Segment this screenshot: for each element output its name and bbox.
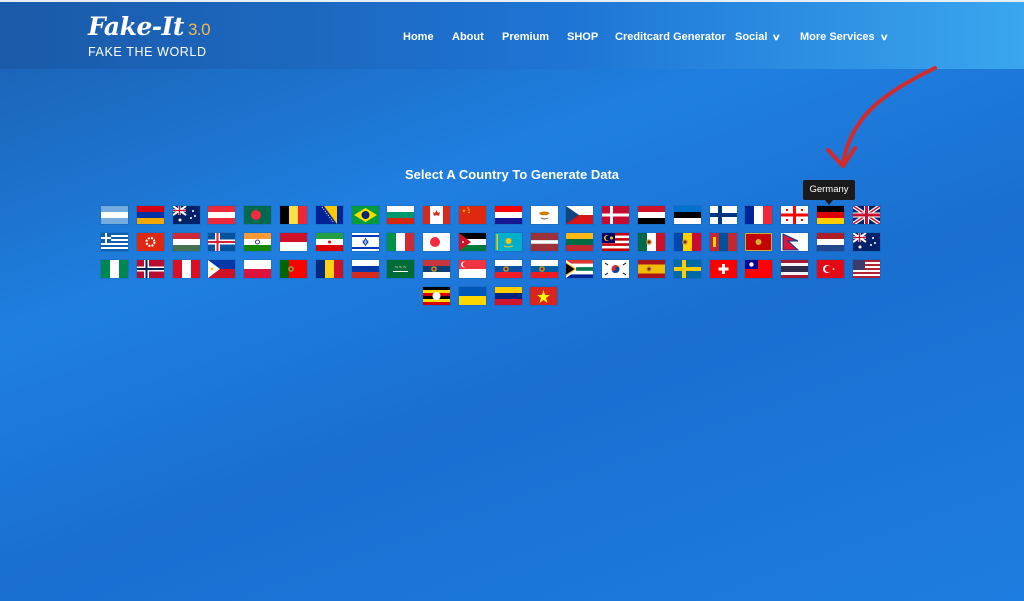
flag-poland[interactable] <box>244 260 271 278</box>
nav-creditcard-generator[interactable]: Creditcard Generator <box>615 31 726 43</box>
flag-egypt[interactable] <box>638 206 665 224</box>
annotation-arrow-icon <box>826 66 937 168</box>
flag-moldova[interactable] <box>674 233 701 251</box>
flag-switzerland[interactable] <box>710 260 737 278</box>
flag-finland[interactable] <box>710 206 737 224</box>
nav-more-services[interactable]: More Services ∨ <box>800 31 889 43</box>
flag-turkey[interactable] <box>817 260 844 278</box>
flag-united-kingdom[interactable] <box>853 206 880 224</box>
flag-argentina[interactable] <box>101 206 128 224</box>
flag-sweden[interactable] <box>674 260 701 278</box>
flag-slovakia[interactable] <box>495 260 522 278</box>
flag-hungary[interactable] <box>173 233 200 251</box>
flag-united-states[interactable] <box>853 260 880 278</box>
flag-serbia[interactable] <box>423 260 450 278</box>
flag-ukraine[interactable] <box>459 287 486 305</box>
flag-new-zealand[interactable] <box>853 233 880 251</box>
flag-croatia[interactable] <box>495 206 522 224</box>
flag-china[interactable] <box>459 206 486 224</box>
flag-estonia[interactable] <box>674 206 701 224</box>
svg-text:~~~: ~~~ <box>394 265 407 271</box>
flag-philippines[interactable] <box>208 260 235 278</box>
flag-belgium[interactable] <box>280 206 307 224</box>
page-heading: Select A Country To Generate Data <box>404 167 620 182</box>
flag-cyprus[interactable] <box>531 206 558 224</box>
flag-hong-kong[interactable] <box>137 233 164 251</box>
flag-portugal[interactable] <box>280 260 307 278</box>
flag-iceland[interactable] <box>208 233 235 251</box>
flag-armenia[interactable] <box>137 206 164 224</box>
flag-indonesia[interactable] <box>280 233 307 251</box>
flag-bosnia-herzegovina[interactable] <box>316 206 343 224</box>
flag-spain[interactable] <box>638 260 665 278</box>
flag-georgia[interactable] <box>781 206 808 224</box>
brand-name: Fake-It <box>88 12 184 41</box>
flag-japan[interactable] <box>423 233 450 251</box>
nav-premium[interactable]: Premium <box>502 31 549 43</box>
flag-jordan[interactable] <box>459 233 486 251</box>
flag-netherlands[interactable] <box>817 233 844 251</box>
flag-peru[interactable] <box>173 260 200 278</box>
chevron-down-icon: ∨ <box>879 32 889 42</box>
flag-south-africa[interactable] <box>566 260 593 278</box>
flag-russia[interactable] <box>352 260 379 278</box>
flag-taiwan[interactable] <box>745 260 772 278</box>
flag-australia[interactable] <box>173 206 200 224</box>
flag-mongolia[interactable] <box>710 233 737 251</box>
flag-canada[interactable] <box>423 206 450 224</box>
flag-uganda[interactable] <box>423 287 450 305</box>
flag-vietnam[interactable] <box>530 287 557 305</box>
chevron-down-icon: ∨ <box>772 32 782 42</box>
flag-saudi-arabia[interactable]: ~~~ <box>387 260 414 278</box>
flag-czech-republic[interactable] <box>566 206 593 224</box>
flag-south-korea[interactable] <box>602 260 629 278</box>
nav-social[interactable]: Social ∨ <box>735 31 782 43</box>
flag-kazakhstan[interactable] <box>495 233 522 251</box>
flag-slovenia[interactable] <box>531 260 558 278</box>
nav-shop[interactable]: SHOP <box>567 31 598 43</box>
top-navbar: Fake-It 3.0 FAKE THE WORLD Home About Pre… <box>0 0 1024 69</box>
flag-norway[interactable] <box>137 260 164 278</box>
flag-tooltip: Germany <box>803 180 855 205</box>
flag-italy[interactable] <box>387 233 414 251</box>
flag-mexico[interactable] <box>638 233 665 251</box>
flag-brazil[interactable] <box>352 206 379 224</box>
site-logo[interactable]: Fake-It 3.0 FAKE THE WORLD <box>88 12 211 60</box>
flag-latvia[interactable] <box>531 233 558 251</box>
flag-greece[interactable] <box>101 233 128 251</box>
flag-venezuela[interactable] <box>495 287 522 305</box>
flag-israel[interactable] <box>352 233 379 251</box>
flag-romania[interactable] <box>316 260 343 278</box>
flag-india[interactable] <box>244 233 271 251</box>
flag-denmark[interactable] <box>602 206 629 224</box>
flag-thailand[interactable] <box>781 260 808 278</box>
flag-austria[interactable] <box>208 206 235 224</box>
flag-nepal[interactable] <box>781 233 808 251</box>
flag-lithuania[interactable] <box>566 233 593 251</box>
flag-france[interactable] <box>745 206 772 224</box>
nav-home[interactable]: Home <box>403 31 434 43</box>
flag-singapore[interactable] <box>459 260 486 278</box>
flag-nigeria[interactable] <box>101 260 128 278</box>
flag-malaysia[interactable] <box>602 233 629 251</box>
flag-montenegro[interactable] <box>745 233 772 251</box>
flag-bangladesh[interactable] <box>244 206 271 224</box>
flag-bulgaria[interactable] <box>387 206 414 224</box>
flag-germany[interactable] <box>817 206 844 224</box>
flag-iran[interactable] <box>316 233 343 251</box>
brand-tagline: FAKE THE WORLD <box>88 45 207 59</box>
brand-version: 3.0 <box>187 20 211 39</box>
nav-about[interactable]: About <box>452 31 484 43</box>
